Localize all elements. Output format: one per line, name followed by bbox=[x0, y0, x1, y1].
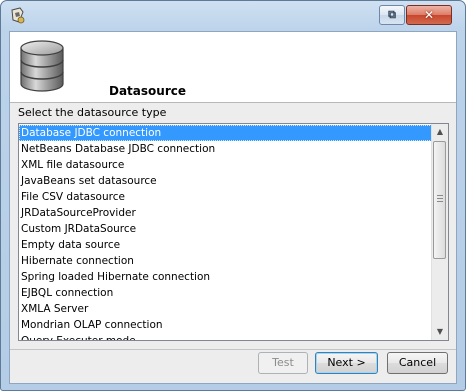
list-item[interactable]: XMLA Server bbox=[19, 301, 432, 317]
list-item[interactable]: EJBQL connection bbox=[19, 285, 432, 301]
wizard-header: Datasource bbox=[10, 32, 456, 102]
dialog-content: Datasource Select the datasource type Da… bbox=[9, 31, 457, 384]
next-button[interactable]: Next > bbox=[315, 352, 378, 374]
close-button[interactable]: ✕ bbox=[406, 5, 452, 25]
scroll-up-arrow-icon[interactable]: ▲ bbox=[432, 124, 448, 140]
prompt-label: Select the datasource type bbox=[18, 106, 167, 119]
title-bar[interactable]: ⧉ ✕ bbox=[1, 1, 465, 31]
list-items: Database JDBC connection NetBeans Databas… bbox=[19, 125, 432, 340]
list-item[interactable]: Query Executer mode bbox=[19, 333, 432, 340]
scroll-down-arrow-icon[interactable]: ▼ bbox=[432, 324, 448, 340]
footer-divider bbox=[10, 349, 456, 350]
header-divider bbox=[10, 102, 456, 103]
grip-icon bbox=[437, 195, 443, 202]
restore-icon: ⧉ bbox=[388, 8, 396, 21]
list-item[interactable]: Mondrian OLAP connection bbox=[19, 317, 432, 333]
list-item[interactable]: Empty data source bbox=[19, 237, 432, 253]
list-item[interactable]: Spring loaded Hibernate connection bbox=[19, 269, 432, 285]
list-item[interactable]: File CSV datasource bbox=[19, 189, 432, 205]
dialog-window: ⧉ ✕ Datasource Select the datasource typ… bbox=[0, 0, 466, 391]
list-item[interactable]: Database JDBC connection bbox=[19, 125, 432, 141]
list-item[interactable]: JavaBeans set datasource bbox=[19, 173, 432, 189]
datasource-type-list[interactable]: Database JDBC connection NetBeans Databas… bbox=[18, 123, 449, 341]
cancel-button[interactable]: Cancel bbox=[387, 352, 448, 374]
close-icon: ✕ bbox=[423, 8, 435, 22]
test-button[interactable]: Test bbox=[258, 352, 308, 374]
report-designer-icon bbox=[11, 7, 25, 24]
page-title: Datasource bbox=[109, 84, 186, 98]
list-item[interactable]: Hibernate connection bbox=[19, 253, 432, 269]
database-icon bbox=[20, 40, 64, 92]
vertical-scrollbar[interactable]: ▲ ▼ bbox=[431, 124, 448, 340]
list-item[interactable]: NetBeans Database JDBC connection bbox=[19, 141, 432, 157]
list-item[interactable]: Custom JRDataSource bbox=[19, 221, 432, 237]
list-item[interactable]: XML file datasource bbox=[19, 157, 432, 173]
scrollbar-thumb[interactable] bbox=[433, 141, 446, 259]
list-item[interactable]: JRDataSourceProvider bbox=[19, 205, 432, 221]
restore-button[interactable]: ⧉ bbox=[379, 5, 405, 25]
